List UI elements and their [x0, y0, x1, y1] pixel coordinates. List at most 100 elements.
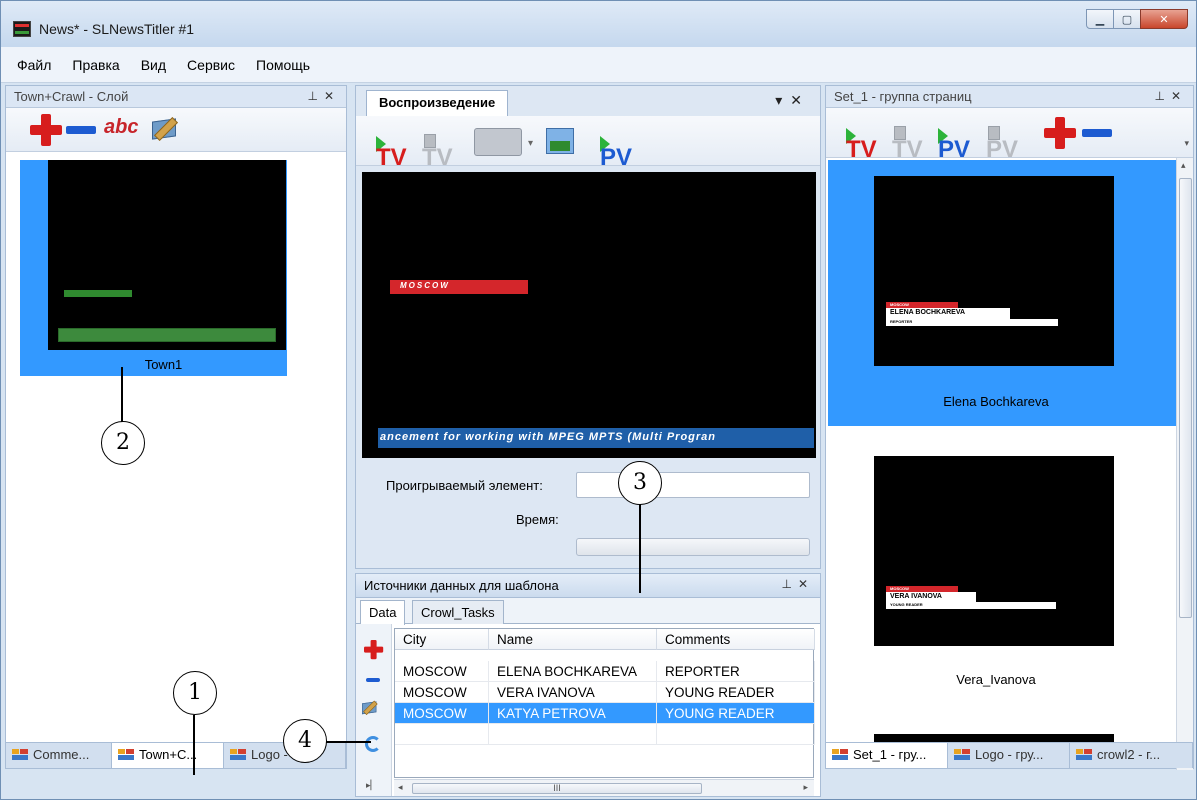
column-header-comments[interactable]: Comments — [657, 629, 815, 650]
device-dropdown-icon[interactable]: ▾ — [528, 138, 533, 149]
toolbar-overflow-icon[interactable]: ▾ — [1184, 138, 1189, 149]
panel-pin-close[interactable]: ⊥✕ — [1154, 89, 1187, 103]
scroll-up-icon[interactable]: ▴ — [1181, 160, 1186, 171]
callout-3: 3 — [618, 461, 662, 505]
video-preview: MOSCOW ancement for working with MPEG MP… — [362, 172, 816, 458]
tab-town-crawl[interactable]: Town+C... — [112, 743, 224, 768]
play-tv-button[interactable]: TV — [376, 136, 407, 170]
page-thumbnail[interactable]: MOSCOW VERA IVANOVA YOUNG READER Vera_Iv… — [828, 436, 1176, 702]
minimize-button[interactable]: ▁ — [1086, 9, 1114, 29]
page-name-bar: ELENA BOCHKAREVA — [886, 308, 1010, 319]
add-page-icon[interactable] — [30, 114, 62, 146]
playing-element-field[interactable] — [576, 472, 810, 498]
scroll-thumb[interactable] — [1179, 178, 1192, 618]
right-bottom-tabs: Set_1 - гру... Logo - гру... crowl2 - г.… — [826, 742, 1193, 768]
callout-line-2 — [121, 367, 123, 423]
menu-service[interactable]: Сервис — [187, 57, 235, 73]
town-bar — [64, 290, 132, 297]
page-thumbnail-selected[interactable]: MOSCOW ELENA BOCHKAREVA REPORTER Elena B… — [828, 160, 1176, 426]
add-row-icon[interactable] — [364, 640, 384, 660]
scroll-right-icon[interactable]: ▸ — [803, 782, 808, 793]
cell-name: VERA IVANOVA — [489, 682, 657, 703]
add-page-icon[interactable] — [1044, 117, 1076, 149]
refresh-icon[interactable] — [365, 736, 381, 752]
grid-horizontal-scrollbar[interactable]: ◂ III ▸ — [394, 779, 814, 796]
group-play-pv-label: PV — [938, 136, 971, 163]
table-row-selected[interactable]: MOSCOW KATYA PETROVA YOUNG READER — [395, 703, 815, 724]
close-button[interactable]: ✕ — [1140, 9, 1188, 29]
group-play-tv-label: TV — [846, 136, 877, 163]
stop-tv-button[interactable]: TV — [422, 134, 453, 170]
remove-page-icon[interactable] — [1082, 129, 1112, 137]
remove-page-icon[interactable] — [66, 126, 96, 134]
scroll-left-icon[interactable]: ◂ — [398, 782, 403, 793]
tab-town-crawl-label: Town+C... — [139, 747, 198, 762]
tab-comments-label: Comme... — [33, 747, 90, 762]
panel-pin-close[interactable]: ⊥✕ — [781, 577, 814, 591]
data-sources-header: Источники данных для шаблона ⊥✕ — [356, 574, 820, 598]
cell-name: KATYA PETROVA — [489, 703, 657, 724]
tab-data[interactable]: Data — [360, 600, 406, 625]
tab-playback[interactable]: Воспроизведение — [366, 90, 509, 116]
page-group-tab-icon — [954, 749, 970, 761]
menu-file[interactable]: Файл — [17, 57, 51, 73]
crawl-bar — [58, 328, 276, 342]
menu-view[interactable]: Вид — [141, 57, 166, 73]
layer-panel-header: Town+Crawl - Слой ⊥✕ — [6, 86, 346, 108]
page-city-text: MOSCOW — [890, 302, 909, 307]
crawl-line: ancement for working with MPEG MPTS (Mul… — [378, 428, 814, 448]
layer-thumbnail[interactable]: Town1 — [20, 160, 287, 376]
group-play-pv-button[interactable]: PV — [938, 128, 970, 162]
edit-page-icon[interactable] — [152, 116, 182, 142]
column-header-city[interactable]: City — [395, 629, 489, 650]
maximize-button[interactable]: ▢ — [1113, 9, 1141, 29]
group-stop-tv-button[interactable]: TV — [892, 126, 923, 162]
menu-edit[interactable]: Правка — [72, 57, 119, 73]
tab-comments[interactable]: Comme... — [6, 743, 112, 768]
layer-tab-icon — [230, 749, 246, 761]
layer-tab-icon — [12, 749, 28, 761]
crawl-text: ancement for working with MPEG MPTS (Mul… — [380, 431, 717, 443]
expand-icon[interactable]: ▸▏ — [366, 780, 377, 791]
tab-logo-group-label: Logo - гру... — [975, 747, 1044, 762]
device-icon[interactable] — [474, 128, 522, 156]
layer-panel-title: Town+Crawl - Слой — [14, 89, 129, 104]
group-stop-pv-button[interactable]: PV — [986, 126, 1018, 162]
callout-4: 4 — [283, 719, 327, 763]
page-name-text: VERA IVANOVA — [890, 593, 942, 600]
page-group-panel: Set_1 - группа страниц ⊥✕ TV TV PV PV ▾ … — [825, 85, 1194, 770]
remove-row-icon[interactable] — [366, 678, 380, 682]
page-group-tab-icon — [832, 749, 848, 761]
scroll-thumb[interactable]: III — [412, 783, 702, 794]
column-header-name[interactable]: Name — [489, 629, 657, 650]
table-row-empty[interactable] — [395, 724, 815, 745]
edit-row-icon[interactable] — [362, 700, 380, 716]
page-name-text: ELENA BOCHKAREVA — [890, 309, 966, 316]
scroll-thumb-grip: III — [553, 783, 561, 793]
tab-crowl2[interactable]: crowl2 - г... — [1070, 743, 1193, 768]
pages-vertical-scrollbar[interactable]: ▴ ▾ — [1176, 158, 1193, 770]
play-pv-button[interactable]: PV — [600, 136, 632, 170]
thumbnail-caption: Town1 — [144, 357, 183, 372]
table-row[interactable]: MOSCOW VERA IVANOVA YOUNG READER — [395, 682, 815, 703]
page-role-bar: REPORTER — [886, 319, 1058, 326]
panel-pin-close[interactable]: ⊥✕ — [307, 89, 340, 103]
text-edit-icon[interactable]: abc — [104, 116, 138, 139]
group-play-tv-button[interactable]: TV — [846, 128, 877, 162]
callout-line-4 — [325, 741, 371, 743]
callout-1: 1 — [173, 671, 217, 715]
tab-logo-group[interactable]: Logo - гру... — [948, 743, 1070, 768]
page-caption: Vera_Ivanova — [956, 672, 1036, 687]
page-preview: MOSCOW ELENA BOCHKAREVA REPORTER — [874, 176, 1114, 366]
image-icon[interactable] — [546, 128, 574, 154]
playback-tab-controls[interactable]: ▾✕ — [775, 92, 810, 109]
tab-set1[interactable]: Set_1 - гру... — [826, 743, 948, 768]
layer-toolbar: abc — [6, 108, 346, 152]
table-row[interactable]: MOSCOW ELENA BOCHKAREVA REPORTER — [395, 661, 815, 682]
page-role-text: YOUNG READER — [890, 602, 923, 607]
title-bar[interactable]: News* - SLNewsTitler #1 ▁ ▢ ✕ — [1, 1, 1196, 47]
menu-help[interactable]: Помощь — [256, 57, 310, 73]
city-label-bar: MOSCOW — [390, 280, 528, 294]
tab-crowl-tasks[interactable]: Crowl_Tasks — [412, 600, 504, 624]
data-side-toolbar: ▸▏ — [356, 624, 392, 796]
